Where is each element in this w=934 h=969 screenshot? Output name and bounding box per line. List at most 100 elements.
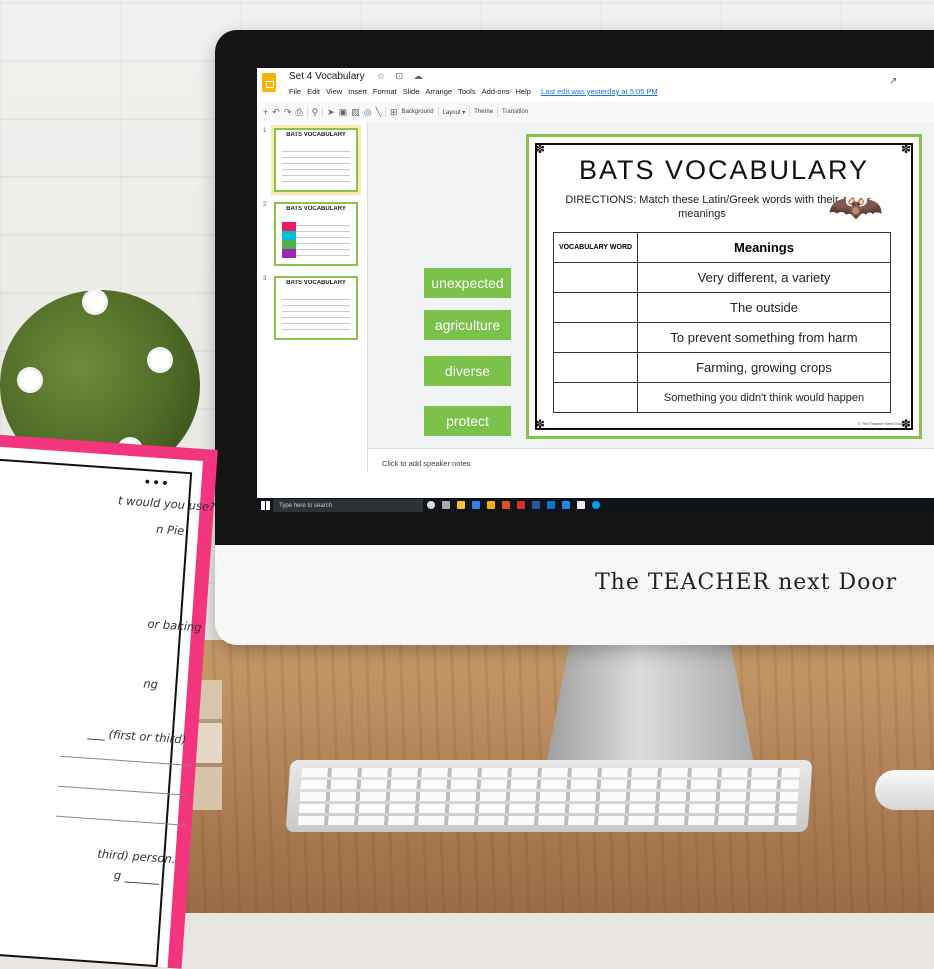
key-row [297, 816, 797, 825]
menu-bar: File Edit View Insert Format Slide Arran… [289, 87, 658, 96]
meaning-cell: Something you didn't think would happen [637, 382, 891, 413]
thumbnail-table [282, 146, 350, 185]
worksheet-text: or baking [147, 616, 203, 635]
comment-icon[interactable]: ⊞ [390, 107, 398, 118]
undo-icon[interactable]: ↶ [272, 107, 280, 118]
new-slide-icon[interactable]: + [263, 107, 268, 117]
menu-insert[interactable]: Insert [348, 87, 367, 96]
star-folder-cloud-icons[interactable]: ☆ ⊡ ☁ [377, 71, 427, 82]
shape-icon[interactable]: ◎ [364, 107, 372, 118]
keyboard[interactable] [285, 760, 813, 832]
slide-canvas: unexpected agriculture diverse protect e… [368, 122, 934, 486]
key-row [301, 768, 800, 777]
menu-file[interactable]: File [289, 87, 301, 96]
menu-tools[interactable]: Tools [458, 87, 476, 96]
app-icon[interactable] [577, 501, 585, 509]
image-icon[interactable]: ▨ [351, 107, 360, 118]
word-drop-cell[interactable] [553, 262, 638, 293]
slide-thumbnail-1[interactable]: BATS VOCABULARY [271, 125, 361, 195]
word-chip-diverse[interactable]: diverse [424, 356, 511, 386]
table-row: The outside [553, 292, 891, 323]
word-chip-agriculture[interactable]: agriculture [424, 310, 511, 340]
menu-help[interactable]: Help [516, 87, 531, 96]
edge-icon[interactable] [592, 501, 600, 509]
word-chip-unexpected[interactable]: unexpected [424, 268, 511, 298]
toolbar-divider [385, 107, 387, 117]
background-button[interactable]: Background [402, 109, 434, 115]
thumbnail-header: BATS VOCABULARY [286, 132, 346, 138]
taskbar-search-box[interactable]: Type here to search [273, 499, 423, 512]
worksheet-text: n Pie [155, 521, 185, 538]
word-drop-cell[interactable] [553, 352, 638, 383]
toolbar-divider [306, 107, 308, 117]
monitor-stand [545, 640, 755, 770]
answer-line [57, 785, 188, 796]
activity-trend-icon[interactable]: ↗ [889, 76, 897, 87]
worksheet-text: ___ (first or third) [87, 725, 187, 747]
taskbar-search-placeholder: Type here to search [279, 502, 333, 509]
word-drop-cell[interactable] [553, 382, 638, 413]
worksheet-frame: • • • t would you use? n Pie or baking n… [0, 456, 216, 968]
menu-edit[interactable]: Edit [307, 87, 320, 96]
table-row: Something you didn't think would happen [553, 382, 891, 413]
line-icon[interactable]: ╲ [376, 107, 381, 118]
chrome-icon[interactable] [487, 501, 495, 509]
worksheet-text: third) person. [96, 846, 176, 867]
speaker-notes[interactable]: Click to add speaker notes [368, 448, 934, 489]
current-slide[interactable]: ✽ ✽ ✽ ✽ BATS VOCABULARY DIRECTIONS: Matc… [526, 134, 922, 439]
select-cursor-icon[interactable]: ➤ [327, 107, 335, 118]
worksheet-text: t would you use? [117, 493, 216, 514]
thumbnail-table [282, 294, 350, 333]
document-title[interactable]: Set 4 Vocabulary [289, 71, 365, 82]
meaning-cell: Very different, a variety [637, 262, 891, 293]
slide-title: BATS VOCABULARY [578, 155, 870, 185]
table-row: Farming, growing crops [553, 352, 891, 383]
task-view-icon[interactable] [442, 501, 450, 509]
redo-icon[interactable]: ↷ [284, 107, 292, 118]
word-drop-cell[interactable] [553, 292, 638, 323]
print-icon[interactable]: ⎙ [295, 107, 302, 118]
slide-thumbnail-2[interactable]: BATS VOCABULARY [274, 202, 358, 266]
table-row: To prevent something from harm [553, 322, 891, 353]
store-icon[interactable] [472, 501, 480, 509]
app-icon[interactable] [517, 501, 525, 509]
last-edit-link[interactable]: Last edit was yesterday at 5:05 PM [541, 87, 658, 96]
menu-slide[interactable]: Slide [403, 87, 420, 96]
zoom-icon[interactable]: ⚲ [312, 107, 319, 118]
computer-mouse[interactable] [875, 770, 934, 810]
office-icon[interactable] [502, 501, 510, 509]
layout-button[interactable]: Layout ▾ [443, 109, 466, 116]
word-chip-protect[interactable]: protect [424, 406, 511, 436]
transition-button[interactable]: Transition [502, 109, 528, 115]
slide-thumbnail-3[interactable]: BATS VOCABULARY [274, 276, 358, 340]
corner-ornament-icon: ✽ [535, 142, 546, 156]
menu-view[interactable]: View [326, 87, 342, 96]
theme-button[interactable]: Theme [474, 109, 493, 115]
meaning-cell: Farming, growing crops [637, 352, 891, 383]
file-explorer-icon[interactable] [457, 501, 465, 509]
table-row: Very different, a variety [553, 262, 891, 293]
cortana-icon[interactable] [427, 501, 435, 509]
word-drop-cell[interactable] [553, 322, 638, 353]
windows-start-icon[interactable] [261, 501, 270, 510]
corner-ornament-icon: ✽ [901, 142, 912, 156]
toolbar-divider [496, 107, 498, 117]
mail-icon[interactable] [547, 501, 555, 509]
text-box-icon[interactable]: ▣ [339, 107, 348, 118]
key-row [300, 780, 800, 789]
vocabulary-table: VOCABULARY WORD Meanings Very different,… [553, 232, 891, 413]
key-row [299, 792, 799, 801]
menu-format[interactable]: Format [373, 87, 397, 96]
word-icon[interactable] [532, 501, 540, 509]
menu-arrange[interactable]: Arrange [425, 87, 452, 96]
column-header-word: VOCABULARY WORD [553, 232, 638, 263]
slides-logo-icon[interactable] [262, 73, 276, 92]
app-icon[interactable] [562, 501, 570, 509]
slide-number: 3 [263, 276, 267, 282]
speaker-notes-placeholder: Click to add speaker notes [382, 459, 471, 468]
menu-addons[interactable]: Add-ons [482, 87, 510, 96]
monitor-brand-text: The TEACHER next Door [595, 570, 898, 595]
slide-number: 1 [263, 128, 267, 134]
slide-directions: DIRECTIONS: Match these Latin/Greek word… [565, 194, 839, 220]
flower [20, 370, 40, 390]
